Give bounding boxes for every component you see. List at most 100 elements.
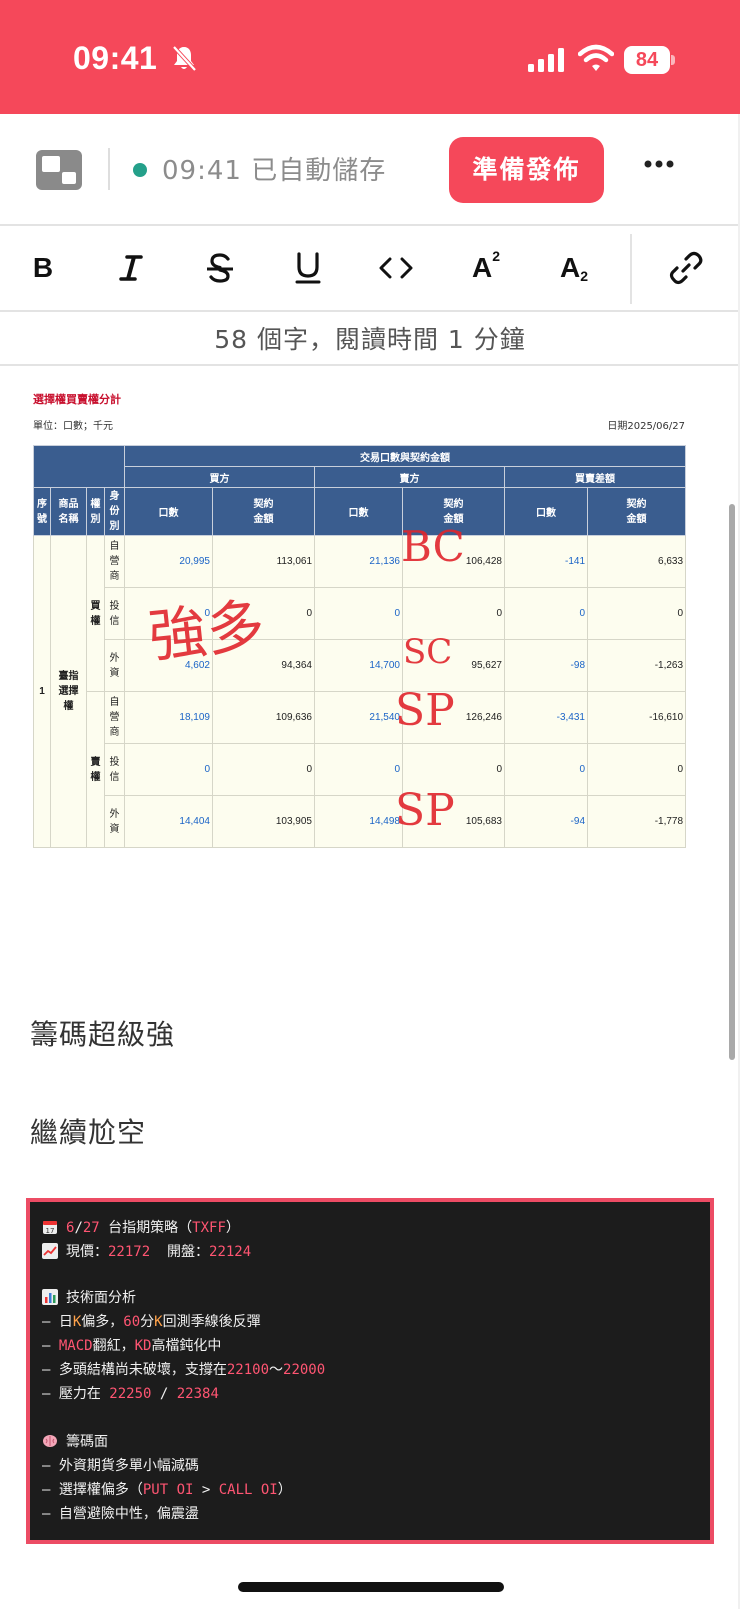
code-line-title: 17 6/27 台指期策略（TXFF）	[42, 1216, 240, 1240]
identity-line: 信	[109, 615, 120, 627]
italic-button[interactable]	[101, 240, 161, 296]
options-report-image[interactable]: 選擇權買賣權分計 單位：口數；千元 日期2025/06/27 交易口數與契約金額…	[33, 385, 687, 860]
diff-lots-cell: -98	[504, 639, 588, 692]
put-cell: 賣權	[86, 691, 105, 848]
publish-button[interactable]: 準備發佈	[449, 137, 604, 203]
code-line-tech-3: — 多頭結構尚未破壞，支撐在22100～22000	[42, 1358, 325, 1382]
sell-lots-cell: 21,136	[314, 535, 403, 588]
sell-lots-cell: 14,700	[314, 639, 403, 692]
identity-cell: 外資	[104, 795, 125, 848]
paragraph-short-squeeze[interactable]: 繼續尬空	[30, 1111, 146, 1151]
call-line: 買	[90, 600, 101, 612]
call-cell: 買權	[86, 535, 105, 692]
code-dash: —	[42, 1338, 59, 1354]
identity-cell: 外資	[104, 639, 125, 692]
code-60: 60	[123, 1314, 141, 1330]
header-amount-line: 金額	[443, 513, 464, 525]
sell-lots-cell: 0	[314, 743, 403, 796]
code-line-tech-4: — 壓力在 22250 / 22384	[42, 1382, 219, 1406]
options-table: 交易口數與契約金額 買方 賣方 買賣差額 序號 商品 名稱 權別 身份別 口數 契…	[33, 445, 687, 848]
code-kd: KD	[134, 1338, 152, 1354]
header-product-line: 名稱	[58, 513, 79, 525]
underline-icon	[295, 252, 321, 284]
header-amount-line: 契約	[443, 498, 464, 510]
code-text: 外資期貨多單小幅減碼	[58, 1458, 199, 1474]
header-group: 交易口數與契約金額	[123, 445, 687, 467]
code-line-tech-title: 技術面分析	[42, 1286, 136, 1310]
save-time: 09:41	[162, 156, 242, 186]
save-status-dot	[133, 163, 147, 177]
bell-muted-icon	[172, 45, 197, 72]
put-line: 權	[90, 771, 101, 783]
header-diff-lots: 口數	[504, 487, 588, 536]
identity-cell: 自營商	[104, 535, 125, 588]
code-title-close: ）	[225, 1220, 240, 1236]
code-line-chip-3: — 自營避險中性，偏震盪	[42, 1502, 199, 1526]
superscript-button[interactable]: A2	[456, 240, 516, 296]
sell-amount-cell: 95,627	[402, 639, 505, 692]
report-date: 日期2025/06/27	[607, 421, 685, 432]
header-sell-amount: 契約 金額	[402, 487, 505, 536]
diff-lots-cell: -141	[504, 535, 588, 588]
buy-amount-cell: 113,061	[212, 535, 315, 588]
identity-line: 自	[109, 697, 120, 708]
link-icon	[669, 251, 703, 285]
scrollbar-thumb[interactable]	[729, 504, 735, 1060]
code-text: 回測季線後反彈	[162, 1314, 261, 1330]
buy-amount-cell: 103,905	[212, 795, 315, 848]
link-button[interactable]	[656, 240, 716, 296]
buy-lots-cell: 18,109	[124, 691, 213, 744]
put-line: 賣	[90, 756, 101, 768]
toolbar-divider	[630, 234, 632, 304]
code-button[interactable]	[366, 240, 426, 296]
sell-lots-cell: 0	[314, 587, 403, 640]
superscript-base: A	[471, 252, 493, 283]
strikethrough-button[interactable]	[190, 240, 250, 296]
bold-button[interactable]: B	[13, 240, 73, 296]
buy-lots-cell: 0	[124, 587, 213, 640]
header-diff-amount: 契約 金額	[586, 487, 687, 536]
sell-lots-cell: 21,540	[314, 691, 403, 744]
more-options-icon[interactable]	[644, 158, 674, 170]
diff-lots-cell: -3,431	[504, 691, 588, 744]
code-text: 翻紅，	[92, 1338, 135, 1354]
italic-icon	[119, 255, 143, 281]
sell-amount-cell: 126,246	[402, 691, 505, 744]
sell-amount-cell: 105,683	[402, 795, 505, 848]
header-blank	[33, 445, 125, 488]
svg-text:17: 17	[46, 1227, 55, 1235]
code-dash: —	[42, 1362, 59, 1378]
diff-lots-cell: 0	[504, 587, 588, 640]
code-resistance-1: 22250	[109, 1386, 152, 1402]
buy-amount-cell: 0	[212, 587, 315, 640]
header-product: 商品 名稱	[50, 487, 87, 536]
status-time: 09:41	[73, 40, 158, 76]
buy-lots-cell: 0	[124, 743, 213, 796]
underline-button[interactable]	[278, 240, 338, 296]
bold-label: B	[32, 252, 54, 283]
seq-cell: 1	[33, 535, 51, 848]
strategy-code-block[interactable]: 17 6/27 台指期策略（TXFF） 現價：22172 開盤：22124 技術面…	[26, 1198, 714, 1544]
header-buy: 買方	[124, 466, 315, 488]
code-text: 分	[140, 1314, 155, 1330]
code-text: 多頭結構尚未破壞，支撐在	[58, 1362, 227, 1378]
subscript-button[interactable]: A2	[544, 240, 604, 296]
battery-level: 84	[624, 46, 670, 74]
header-diff: 買賣差額	[503, 466, 687, 488]
sell-amount-cell: 0	[402, 587, 505, 640]
sell-amount-cell: 0	[402, 743, 505, 796]
code-ticker: TXFF	[192, 1220, 226, 1236]
wifi-icon	[578, 44, 614, 71]
code-dash: —	[42, 1386, 59, 1402]
header-amount-line: 契約	[253, 498, 274, 510]
code-icon	[379, 257, 413, 279]
identity-line: 商	[109, 571, 120, 582]
home-indicator[interactable]	[238, 1582, 504, 1592]
header-buy-amount: 契約 金額	[212, 487, 315, 536]
code-text: 壓力在	[58, 1386, 110, 1402]
panel-toggle-icon[interactable]	[36, 150, 82, 190]
header-right: 權別	[86, 487, 105, 536]
code-text: 自營避險中性，偏震盪	[58, 1506, 199, 1522]
buy-amount-cell: 0	[212, 743, 315, 796]
paragraph-chip-strength[interactable]: 籌碼超級強	[30, 1013, 175, 1053]
